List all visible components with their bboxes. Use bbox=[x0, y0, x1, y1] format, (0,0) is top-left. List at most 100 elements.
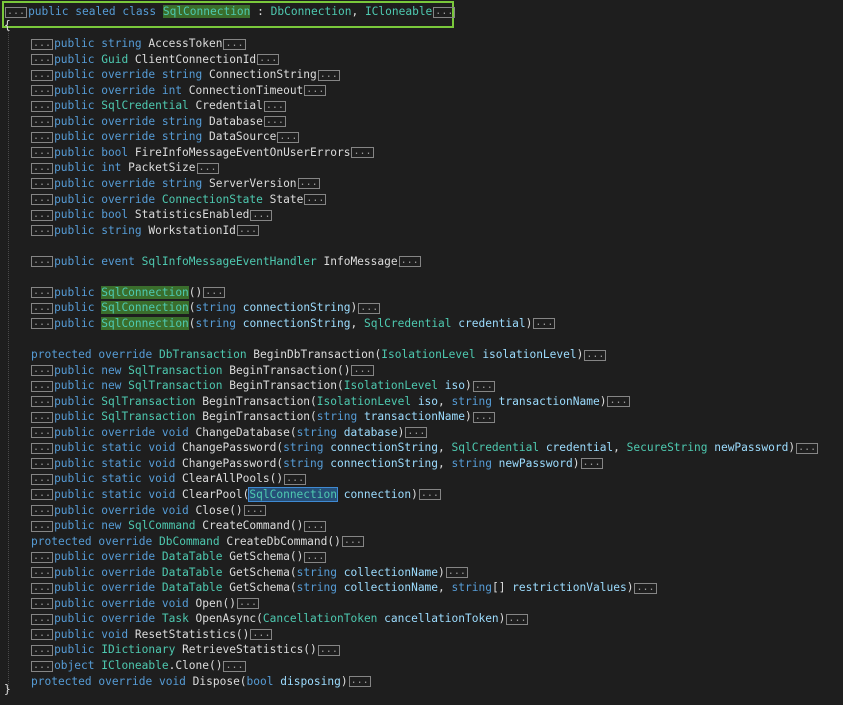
collapsed-body-marker[interactable]: ... bbox=[297, 178, 320, 190]
collapse-toggle[interactable]: ... bbox=[31, 131, 54, 143]
collapsed-body-marker[interactable]: ... bbox=[607, 396, 630, 408]
collapsed-body-marker[interactable]: ... bbox=[317, 644, 340, 656]
code-line[interactable]: ... public event SqlInfoMessageEventHandl… bbox=[30, 254, 422, 270]
code-line[interactable]: ... public override string Database... bbox=[30, 114, 287, 130]
collapsed-body-marker[interactable]: ... bbox=[223, 38, 246, 50]
collapse-toggle[interactable]: ... bbox=[31, 54, 54, 66]
code-line[interactable]: ... public SqlTransaction BeginTransactio… bbox=[30, 409, 496, 425]
collapse-toggle[interactable]: ... bbox=[31, 644, 54, 656]
code-editor[interactable]: ... public sealed class SqlConnection : D… bbox=[0, 0, 843, 705]
declaration-collapse-toggle[interactable]: ... bbox=[5, 6, 28, 18]
collapse-toggle[interactable]: ... bbox=[31, 287, 54, 299]
collapsed-body-marker[interactable]: ... bbox=[263, 116, 286, 128]
collapsed-body-marker[interactable]: ... bbox=[243, 505, 266, 516]
collapse-toggle[interactable]: ... bbox=[31, 660, 54, 672]
collapsed-body-marker[interactable]: ... bbox=[304, 194, 327, 205]
code-line[interactable]: ... public static void ClearAllPools()... bbox=[30, 471, 307, 487]
collapse-toggle[interactable]: ... bbox=[31, 629, 54, 641]
code-line[interactable]: ... public override Task OpenAsync(Cancel… bbox=[30, 611, 529, 627]
collapse-toggle[interactable]: ... bbox=[31, 256, 54, 268]
collapsed-body-marker[interactable]: ... bbox=[351, 365, 374, 377]
collapsed-body-marker[interactable]: ... bbox=[317, 69, 340, 81]
collapse-toggle[interactable]: ... bbox=[31, 396, 54, 408]
collapsed-body-marker[interactable]: ... bbox=[263, 100, 286, 112]
collapse-toggle[interactable]: ... bbox=[31, 365, 54, 377]
code-line[interactable]: ... public override void Open()... bbox=[30, 596, 260, 612]
collapsed-body-marker[interactable]: ... bbox=[796, 442, 819, 454]
code-line[interactable]: ... public override void ChangeDatabase(s… bbox=[30, 425, 428, 441]
collapsed-body-marker[interactable]: ... bbox=[250, 209, 273, 221]
collapse-toggle[interactable]: ... bbox=[31, 100, 54, 112]
code-line[interactable]: ... public new SqlCommand CreateCommand()… bbox=[30, 518, 327, 534]
collapse-toggle[interactable]: ... bbox=[31, 69, 54, 81]
collapsed-body-marker[interactable]: ... bbox=[445, 567, 468, 579]
code-line[interactable]: ... public SqlTransaction BeginTransactio… bbox=[30, 394, 631, 410]
collapsed-body-marker[interactable]: ... bbox=[236, 225, 259, 237]
code-line[interactable]: ... public SqlConnection(string connectio… bbox=[30, 300, 381, 316]
code-line[interactable]: ... public bool StatisticsEnabled... bbox=[30, 207, 273, 223]
collapse-toggle[interactable]: ... bbox=[31, 411, 54, 423]
collapse-toggle[interactable]: ... bbox=[31, 613, 54, 625]
collapsed-body-marker[interactable]: ... bbox=[304, 85, 327, 97]
code-line[interactable]: protected override void Dispose(bool dis… bbox=[31, 674, 372, 690]
code-line[interactable]: ... public IDictionary RetrieveStatistics… bbox=[30, 642, 341, 658]
collapsed-body-marker[interactable]: ... bbox=[196, 162, 219, 174]
code-line[interactable]: ... object ICloneable.Clone()... bbox=[30, 658, 247, 674]
collapsed-body-marker[interactable]: ... bbox=[236, 598, 259, 610]
collapse-toggle[interactable]: ... bbox=[31, 38, 54, 50]
collapse-toggle[interactable]: ... bbox=[31, 520, 54, 532]
collapsed-body-marker[interactable]: ... bbox=[418, 489, 441, 501]
collapse-toggle[interactable]: ... bbox=[31, 302, 54, 314]
code-line[interactable]: ... public override int ConnectionTimeout… bbox=[30, 83, 327, 99]
code-line[interactable]: ... public SqlConnection()... bbox=[30, 285, 226, 301]
collapsed-body-marker[interactable]: ... bbox=[580, 458, 603, 470]
code-line[interactable]: ... public int PacketSize... bbox=[30, 160, 220, 176]
collapsed-body-marker[interactable]: ... bbox=[533, 318, 556, 330]
collapsed-body-marker[interactable]: ... bbox=[250, 629, 273, 641]
code-line[interactable]: ... public string WorkstationId... bbox=[30, 223, 260, 239]
collapse-toggle[interactable]: ... bbox=[31, 598, 54, 610]
collapsed-body-marker[interactable]: ... bbox=[405, 427, 428, 439]
code-line[interactable]: ... public string AccessToken... bbox=[30, 36, 247, 52]
code-line[interactable]: ... public override string ServerVersion.… bbox=[30, 176, 321, 192]
collapse-toggle[interactable]: ... bbox=[31, 162, 54, 174]
collapse-toggle[interactable]: ... bbox=[31, 473, 54, 485]
code-line[interactable]: ... public Guid ClientConnectionId... bbox=[30, 52, 280, 68]
code-line[interactable]: ... public SqlConnection(string connectio… bbox=[30, 316, 556, 332]
code-line[interactable]: protected override DbTransaction BeginDb… bbox=[31, 347, 607, 363]
collapse-toggle[interactable]: ... bbox=[31, 178, 54, 190]
collapse-toggle[interactable]: ... bbox=[31, 567, 54, 579]
class-declaration-line[interactable]: ... public sealed class SqlConnection : D… bbox=[4, 4, 456, 20]
declaration-collapse-toggle[interactable]: ... bbox=[433, 6, 456, 18]
code-line[interactable]: ... public override DataTable GetSchema(s… bbox=[30, 580, 658, 596]
collapse-toggle[interactable]: ... bbox=[31, 85, 54, 97]
collapse-toggle[interactable]: ... bbox=[31, 505, 54, 516]
code-line[interactable]: ... public static void ChangePassword(str… bbox=[30, 440, 819, 456]
collapsed-body-marker[interactable]: ... bbox=[277, 131, 300, 143]
code-line[interactable]: ... public void ResetStatistics()... bbox=[30, 627, 273, 643]
collapsed-body-marker[interactable]: ... bbox=[351, 147, 374, 159]
collapse-toggle[interactable]: ... bbox=[31, 458, 54, 470]
collapsed-body-marker[interactable]: ... bbox=[472, 380, 495, 392]
collapse-toggle[interactable]: ... bbox=[31, 147, 54, 159]
collapsed-body-marker[interactable]: ... bbox=[398, 256, 421, 268]
collapse-toggle[interactable]: ... bbox=[31, 551, 54, 563]
collapse-toggle[interactable]: ... bbox=[31, 427, 54, 439]
code-line[interactable]: ... public bool FireInfoMessageEventOnUse… bbox=[30, 145, 375, 161]
collapsed-body-marker[interactable]: ... bbox=[358, 302, 381, 314]
collapse-toggle[interactable]: ... bbox=[31, 380, 54, 392]
collapse-toggle[interactable]: ... bbox=[31, 194, 54, 205]
collapse-toggle[interactable]: ... bbox=[31, 209, 54, 221]
collapsed-body-marker[interactable]: ... bbox=[584, 349, 607, 361]
code-line[interactable]: ... public override void Close()... bbox=[30, 503, 267, 519]
collapse-toggle[interactable]: ... bbox=[31, 225, 54, 237]
code-line[interactable]: ... public SqlCredential Credential... bbox=[30, 98, 287, 114]
collapsed-body-marker[interactable]: ... bbox=[257, 54, 280, 66]
collapse-toggle[interactable]: ... bbox=[31, 116, 54, 128]
collapsed-body-marker[interactable]: ... bbox=[284, 473, 307, 485]
code-line[interactable]: ... public override DataTable GetSchema(s… bbox=[30, 565, 469, 581]
collapsed-body-marker[interactable]: ... bbox=[634, 582, 657, 594]
code-line[interactable]: ... public static void ChangePassword(str… bbox=[30, 456, 604, 472]
collapsed-body-marker[interactable]: ... bbox=[223, 660, 246, 672]
code-line[interactable]: protected override DbCommand CreateDbCom… bbox=[31, 534, 365, 550]
